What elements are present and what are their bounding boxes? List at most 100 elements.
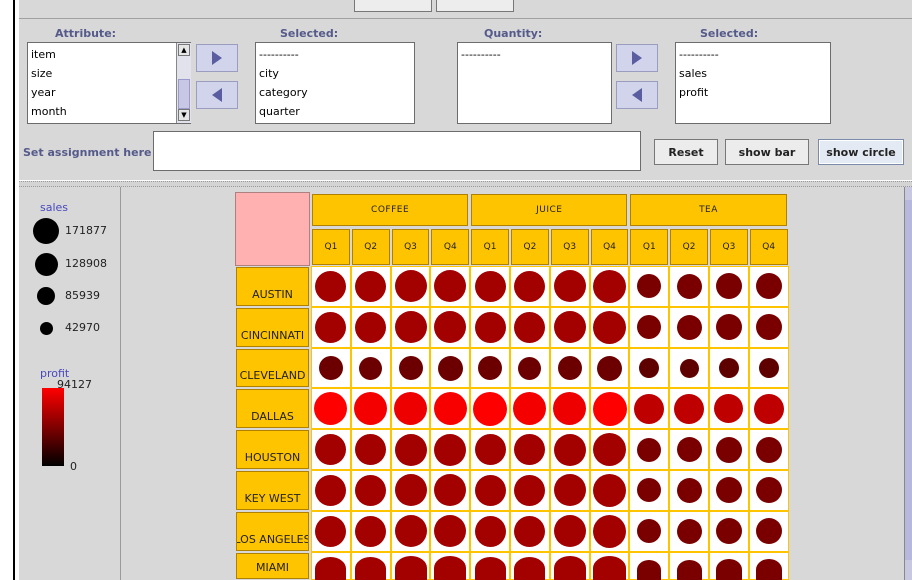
add-attribute-button[interactable] [196,44,238,72]
data-circle[interactable] [315,311,347,343]
data-circle[interactable] [674,393,705,424]
list-item[interactable]: month [31,105,67,118]
data-circle[interactable] [593,269,626,303]
quarter-header[interactable]: Q3 [710,229,748,265]
product-header[interactable]: JUICE [471,194,628,226]
city-header[interactable]: CINCINNATI [236,307,309,347]
scroll-down-icon[interactable]: ▼ [178,109,190,121]
data-circle[interactable] [434,556,467,580]
data-circle[interactable] [355,474,387,506]
list-item[interactable]: item [31,48,56,61]
show-circle-button[interactable]: show circle [818,139,904,165]
data-circle[interactable] [676,437,702,463]
data-circle[interactable] [553,556,586,580]
add-quantity-button[interactable] [616,44,658,72]
list-item[interactable]: city [259,67,279,80]
quarter-header[interactable]: Q3 [391,229,430,265]
data-circle[interactable] [514,556,546,580]
data-circle[interactable] [398,356,423,380]
data-circle[interactable] [478,356,503,380]
data-circle[interactable] [758,358,779,378]
data-circle[interactable] [593,555,626,580]
data-circle[interactable] [634,393,665,424]
data-circle[interactable] [394,474,427,507]
show-bar-button[interactable]: show bar [725,139,809,165]
data-circle[interactable] [755,314,782,341]
data-circle[interactable] [593,514,626,548]
data-circle[interactable] [715,314,742,341]
top-toolbar-button-1[interactable] [354,0,432,12]
data-circle[interactable] [676,314,702,340]
data-circle[interactable] [593,433,626,467]
list-item[interactable]: size [31,67,52,80]
data-circle[interactable] [434,433,467,466]
data-circle[interactable] [474,270,506,302]
attribute-list[interactable]: item size year month ▲ ▼ [27,42,191,124]
data-circle[interactable] [676,518,702,544]
quarter-header[interactable]: Q3 [550,229,589,265]
data-circle[interactable] [637,560,662,580]
city-header[interactable]: MIAMI [236,552,309,579]
list-item[interactable]: ---------- [461,48,501,61]
data-circle[interactable] [514,515,546,547]
data-circle[interactable] [553,515,586,548]
data-circle[interactable] [755,559,782,580]
quarter-header[interactable]: Q2 [511,229,549,265]
attribute-list-scrollbar[interactable]: ▲ ▼ [176,43,191,123]
city-header[interactable]: KEY WEST [236,471,309,510]
scroll-thumb[interactable] [178,79,190,109]
quarter-header[interactable]: Q4 [749,229,788,265]
data-circle[interactable] [755,436,782,463]
data-circle[interactable] [637,437,662,462]
data-circle[interactable] [597,355,622,381]
city-header[interactable]: DALLAS [236,389,309,429]
data-circle[interactable] [315,556,347,580]
data-circle[interactable] [394,433,427,466]
data-circle[interactable] [394,270,427,303]
data-circle[interactable] [593,310,626,344]
remove-quantity-button[interactable] [616,81,658,109]
data-circle[interactable] [553,270,586,303]
data-circle[interactable] [474,515,506,547]
data-circle[interactable] [355,311,387,343]
data-circle[interactable] [676,273,702,299]
data-circle[interactable] [715,436,742,463]
data-circle[interactable] [394,556,427,580]
reset-button[interactable]: Reset [654,139,718,165]
quarter-header[interactable]: Q1 [312,229,350,265]
data-circle[interactable] [755,477,782,504]
scroll-up-icon[interactable]: ▲ [178,44,190,56]
list-item[interactable]: year [31,86,56,99]
quarter-header[interactable]: Q1 [630,229,669,265]
quarter-header[interactable]: Q2 [351,229,390,265]
chart-scroll-thumb[interactable] [905,200,912,560]
data-circle[interactable] [474,434,506,466]
quarter-header[interactable]: Q4 [431,229,470,265]
data-circle[interactable] [359,356,383,380]
list-item[interactable]: ---------- [679,48,719,61]
data-circle[interactable] [557,356,582,380]
data-circle[interactable] [473,391,508,426]
city-header[interactable]: HOUSTON [236,430,309,469]
list-item[interactable]: quarter [259,105,300,118]
data-circle[interactable] [514,311,546,343]
quarter-header[interactable]: Q2 [670,229,708,265]
data-circle[interactable] [518,356,542,380]
data-circle[interactable] [355,515,387,547]
data-circle[interactable] [753,393,784,424]
data-circle[interactable] [355,270,387,302]
data-circle[interactable] [553,474,586,507]
data-circle[interactable] [433,392,467,426]
product-header[interactable]: COFFEE [312,194,469,226]
list-item[interactable]: category [259,86,308,99]
data-circle[interactable] [474,311,506,343]
data-circle[interactable] [715,518,742,545]
data-circle[interactable] [755,518,782,545]
data-circle[interactable] [676,477,702,503]
quantity-list[interactable]: ---------- [457,42,612,124]
data-circle[interactable] [679,358,699,378]
selected-attributes-list[interactable]: ---------- city category quarter [255,42,415,124]
list-item[interactable]: ---------- [259,48,299,61]
list-item[interactable]: profit [679,86,708,99]
product-header[interactable]: TEA [630,194,787,226]
